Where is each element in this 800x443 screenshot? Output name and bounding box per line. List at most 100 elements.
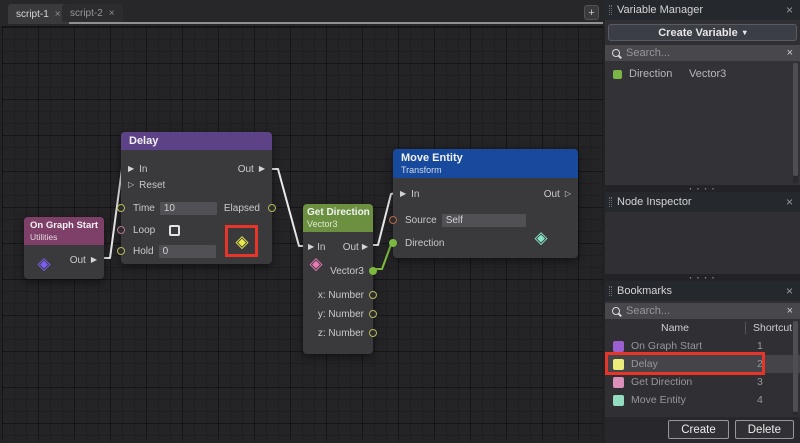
exec-out-port[interactable]: ▶ — [362, 243, 368, 251]
bookmark-color-swatch — [613, 341, 624, 352]
node-row: Time Elapsed — [121, 201, 272, 215]
variable-manager-header[interactable]: Variable Manager × — [605, 0, 800, 20]
delete-bookmark-button[interactable]: Delete — [735, 420, 794, 439]
close-icon[interactable]: × — [786, 285, 793, 297]
reset-port-label: Reset — [139, 180, 165, 191]
tab-close-icon[interactable]: × — [109, 8, 115, 19]
bookmark-row[interactable]: Get Direction 3 — [605, 373, 800, 391]
exec-out-port[interactable]: ▷ — [565, 190, 571, 198]
node-row: Direction — [393, 236, 578, 250]
y-output-port[interactable] — [369, 310, 377, 318]
node-inspector-body — [605, 212, 800, 274]
variable-search-bar: × — [605, 45, 800, 61]
node-title: Get Direction — [307, 207, 369, 218]
node-row: ▷ Reset — [121, 178, 272, 192]
bookmarks-header[interactable]: Bookmarks × — [605, 281, 800, 301]
bookmark-name: Get Direction — [631, 376, 745, 388]
source-label: Source — [405, 215, 437, 226]
y-output-label: y: Number — [318, 309, 364, 320]
variable-search-input[interactable] — [626, 47, 781, 59]
create-variable-label: Create Variable — [658, 27, 738, 39]
node-move-entity[interactable]: Move Entity Transform ▶ In Out ▷ Source … — [393, 149, 578, 258]
clear-search-icon[interactable]: × — [787, 48, 793, 59]
elapsed-port[interactable] — [268, 204, 276, 212]
chevron-down-icon: ▾ — [743, 28, 747, 37]
scrollbar-thumb[interactable] — [793, 321, 798, 412]
bookmark-diamond-icon[interactable]: ◈ — [35, 255, 53, 272]
close-icon[interactable]: × — [786, 196, 793, 208]
x-output-port[interactable] — [369, 291, 377, 299]
time-port[interactable] — [117, 204, 125, 212]
panel-title: Node Inspector — [617, 196, 786, 208]
node-header[interactable]: Move Entity Transform — [393, 149, 578, 178]
scrollbar-track[interactable] — [793, 321, 798, 415]
variable-row[interactable]: Direction Vector3 — [605, 66, 800, 82]
bookmark-shortcut: 3 — [745, 376, 763, 388]
close-icon[interactable]: × — [786, 4, 793, 16]
direction-port[interactable] — [389, 239, 397, 247]
scrollbar-thumb[interactable] — [793, 63, 798, 176]
exec-out-port[interactable]: ▶ — [91, 256, 97, 264]
node-row: z: Number — [303, 326, 373, 340]
bookmarks-footer: Create Delete — [605, 417, 800, 443]
graph-canvas[interactable]: On Graph Start Utilities Out ▶ ◈ Delay ▶… — [2, 26, 603, 441]
in-port-label: In — [411, 189, 419, 200]
tab-bar: script-1 × script-2 × + — [0, 0, 605, 26]
shortcut-column-header: Shortcut — [745, 322, 792, 334]
source-input[interactable] — [442, 214, 526, 227]
bookmark-color-swatch — [613, 377, 624, 388]
node-row: ▶ In Out ▶ — [121, 162, 272, 176]
node-get-direction[interactable]: Get Direction Vector3 ▶ In Out ▶ Vector3… — [303, 204, 373, 354]
tab-script-2-label: script-2 — [70, 8, 103, 19]
exec-in-port[interactable]: ▶ — [308, 243, 314, 251]
bookmarks-search-input[interactable] — [626, 305, 781, 317]
bookmark-name: Move Entity — [631, 394, 745, 406]
tab-script-2[interactable]: script-2 × — [62, 4, 123, 22]
node-on-graph-start[interactable]: On Graph Start Utilities Out ▶ ◈ — [24, 217, 104, 279]
panel-drag-dots-icon — [609, 286, 612, 296]
hold-input[interactable] — [159, 245, 216, 258]
exec-in-port[interactable]: ▶ — [400, 190, 406, 198]
node-row: x: Number — [303, 288, 373, 302]
vector3-output-label: Vector3 — [330, 266, 364, 277]
bookmark-row[interactable]: Move Entity 4 — [605, 391, 800, 409]
node-row: ▶ In Out ▷ — [393, 187, 578, 201]
bookmark-diamond-icon[interactable]: ◈ — [307, 255, 325, 272]
panel-resize-handle[interactable]: · · · · — [605, 185, 800, 192]
panel-title: Bookmarks — [617, 285, 786, 297]
variable-list: Direction Vector3 — [605, 61, 800, 185]
exec-reset-port[interactable]: ▷ — [128, 181, 134, 189]
tab-close-icon[interactable]: × — [55, 9, 61, 20]
exec-out-port[interactable]: ▶ — [259, 165, 265, 173]
create-bookmark-button[interactable]: Create — [668, 420, 729, 439]
exec-in-port[interactable]: ▶ — [128, 165, 134, 173]
hold-port[interactable] — [117, 247, 125, 255]
tab-script-1-label: script-1 — [16, 9, 49, 20]
add-tab-button[interactable]: + — [584, 5, 599, 20]
bookmark-diamond-icon[interactable]: ◈ — [532, 229, 550, 246]
column-divider — [745, 322, 746, 334]
node-header[interactable]: Delay — [121, 132, 272, 150]
bookmarks-table-header: Name Shortcut — [605, 319, 800, 337]
out-port-label: Out — [343, 242, 359, 253]
loop-checkbox[interactable] — [169, 225, 180, 236]
node-title: On Graph Start — [30, 220, 98, 231]
elapsed-label: Elapsed — [224, 203, 260, 214]
bookmark-shortcut: 1 — [745, 340, 763, 352]
loop-port[interactable] — [117, 226, 125, 234]
in-port-label: In — [139, 164, 147, 175]
highlight-box-delay-bookmark — [605, 352, 765, 375]
time-input[interactable] — [160, 202, 217, 215]
tab-script-1[interactable]: script-1 × — [8, 4, 69, 24]
scrollbar-track[interactable] — [793, 63, 798, 183]
node-inspector-header[interactable]: Node Inspector × — [605, 192, 800, 212]
source-port[interactable] — [389, 216, 397, 224]
vector3-output-port[interactable] — [369, 267, 377, 275]
z-output-port[interactable] — [369, 329, 377, 337]
node-header[interactable]: Get Direction Vector3 — [303, 204, 373, 232]
create-variable-button[interactable]: Create Variable ▾ — [608, 24, 797, 41]
variable-type: Vector3 — [689, 68, 726, 80]
node-header[interactable]: On Graph Start Utilities — [24, 217, 104, 245]
panel-resize-handle[interactable]: · · · · — [605, 274, 800, 281]
clear-search-icon[interactable]: × — [787, 306, 793, 317]
